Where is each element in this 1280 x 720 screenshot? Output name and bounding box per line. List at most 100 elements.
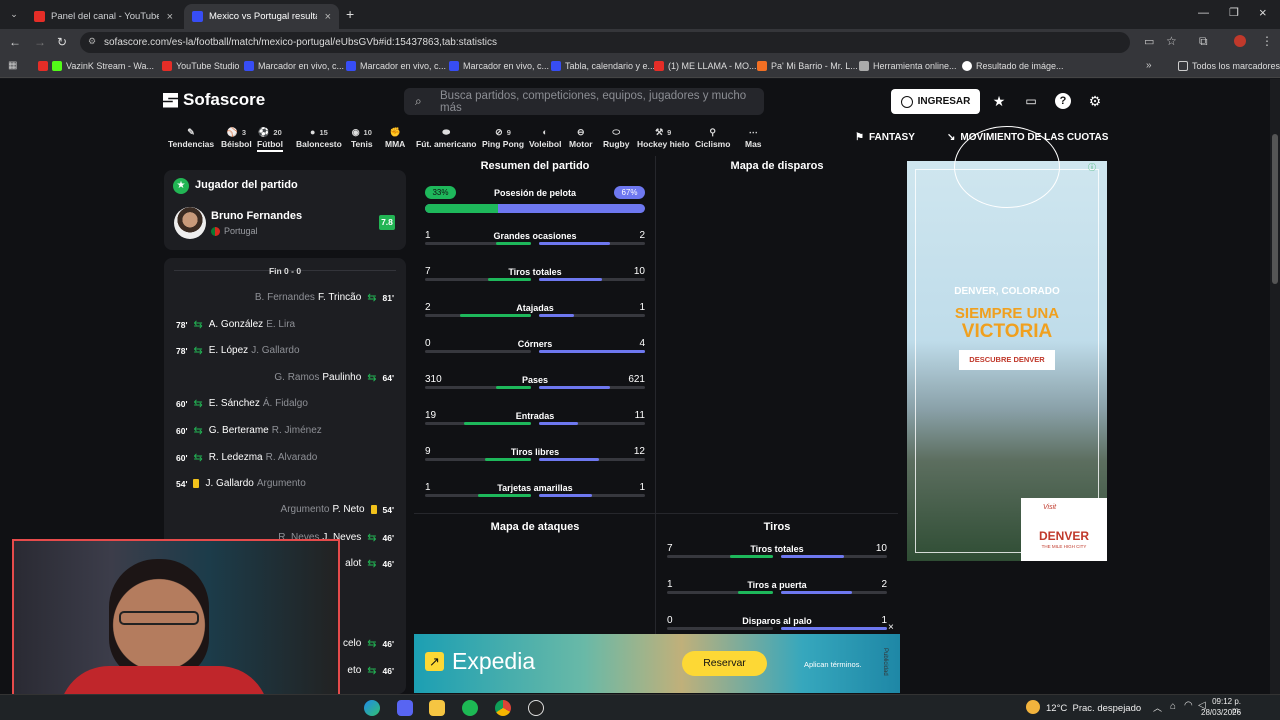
spotify-icon[interactable] [462,700,478,716]
chrome-icon[interactable] [495,700,511,716]
sport-tab[interactable]: ● 15 Baloncesto [296,126,342,149]
tab-sofascore[interactable]: Mexico vs Portugal resultados e × [184,4,339,29]
sport-icon: ⚒ 9 [655,127,672,137]
bookmark-item[interactable]: Tabla, calendario y e... [551,61,655,71]
sport-tab[interactable]: ◐ Voleibol [529,126,561,149]
sport-tab[interactable]: ◉ 10 Tenis [351,126,373,149]
timeline-event[interactable]: 60' ⇆ G. Berterame R. Jiménez [176,424,322,437]
sport-tab[interactable]: ⚲ Ciclismo [695,126,730,149]
expedia-reserve-button[interactable]: Reservar [682,651,767,676]
cast-icon[interactable]: ▭ [1144,35,1154,48]
ad-cta-button[interactable]: DESCUBRE DENVER [959,350,1055,370]
denver-ad[interactable]: ⓘ DENVER, COLORADO SIEMPRE UNA VICTORIA … [907,126,1107,561]
bookmark-item[interactable]: Herramienta online... [859,61,957,71]
sport-tab[interactable]: ⬬ Fút. americano [416,126,476,149]
sport-tab[interactable]: ⊖ Motor [569,126,593,149]
ad-brand-box: Visit DENVER THE MILE HIGH CITY [1021,498,1107,561]
reload-icon[interactable]: ↻ [57,35,67,49]
event-minute: 46' [382,665,394,676]
timeline-event[interactable]: 54' J. Gallardo Argumento [176,478,306,489]
sport-tab[interactable]: ⚒ 9 Hockey hielo [637,126,689,149]
all-bookmarks-folder[interactable]: Todos los marcadores [1178,61,1280,71]
timeline-event[interactable]: 64' ⇆ Paulinho G. Ramos [274,371,394,384]
bookmark-item[interactable]: VazinK Stream - Wa... [38,61,154,71]
sport-icon: ⊖ [577,127,585,137]
player-name[interactable]: Bruno Fernandes [211,210,302,222]
close-tab-icon[interactable]: × [167,11,173,23]
discord-icon[interactable] [397,700,413,716]
timeline-event[interactable]: 46' ⇆ alot [345,557,394,570]
bookmark-item[interactable]: Marcador en vivo, c... [244,61,344,71]
timeline-event[interactable]: 60' ⇆ R. Ledezma R. Alvarado [176,451,317,464]
wifi-icon[interactable]: ◠ [1184,700,1193,711]
fantasy-link[interactable]: ⚑ FANTASY [855,132,915,143]
home-bar-track [667,627,773,630]
page-scrollbar[interactable] [1270,79,1280,694]
timeline-event[interactable]: 54' P. Neto Argumento [281,504,394,515]
player-of-match-card[interactable]: ★ Jugador del partido Bruno Fernandes Po… [164,170,406,250]
timeline-event[interactable]: 78' ⇆ A. González E. Lira [176,318,295,331]
weather-text[interactable]: 12°C Prac. despejado [1046,703,1141,714]
login-button[interactable]: INGRESAR [891,89,980,114]
sport-icon: ⚾ 3 [226,127,247,137]
tv-icon[interactable]: ▭ [1023,93,1039,109]
bookmark-item[interactable]: Marcador en vivo, c... [346,61,446,71]
bookmark-item[interactable]: Resultado de imáge... [962,61,1064,71]
favorites-star-icon[interactable]: ★ [991,93,1007,109]
more-bookmarks-icon[interactable]: » [1146,60,1152,71]
timeline-event[interactable]: 46' ⇆ eto [347,664,394,677]
timeline-event[interactable]: 81' ⇆ F. Trincão B. Fernandes [255,291,394,304]
sport-tab[interactable]: ⊘ 9 Ping Pong [482,126,524,149]
forward-icon[interactable]: → [34,35,46,49]
sofascore-logo[interactable]: Sofascore [163,90,265,110]
obs-icon[interactable] [528,700,544,716]
timeline-event[interactable]: 78' ⇆ E. López J. Gallardo [176,344,300,357]
menu-icon[interactable]: ⋮ [1261,34,1273,48]
restore-button[interactable]: ❐ [1229,6,1239,19]
sport-tab[interactable]: ⋯ Mas [745,126,762,149]
close-tab-icon[interactable]: × [325,11,331,23]
minimize-button[interactable]: — [1198,7,1209,19]
ad-close-icon[interactable]: × [888,622,894,633]
sport-tab[interactable]: ✎ Tendencias [168,126,214,149]
file-explorer-icon[interactable] [429,700,445,716]
url-field[interactable]: ⚙ sofascore.com/es-la/football/match/mex… [80,32,1130,53]
bookmark-item[interactable]: YouTube Studio [162,61,239,71]
close-window-button[interactable]: × [1259,5,1267,20]
sport-icon: ◐ [542,127,548,137]
tray-chevron-icon[interactable]: ︿ [1153,701,1162,714]
network-icon[interactable]: ⌂ [1170,701,1176,712]
event-players: alot [345,558,361,569]
settings-gear-icon[interactable]: ⚙ [1087,93,1103,109]
sport-tab[interactable]: ⚾ 3 Béisbol [221,126,252,149]
home-bar-fill [478,494,531,497]
apps-icon[interactable]: ▦ [8,60,17,71]
timeline-event[interactable]: 46' ⇆ celo [343,637,394,650]
stat-label: Tiros libres [510,447,560,457]
star-bookmark-icon[interactable]: ☆ [1166,34,1177,48]
bookmark-item[interactable]: Marcador en vivo, c... [449,61,549,71]
tab-youtube-studio[interactable]: Panel del canal - YouTube Studio × [26,4,181,29]
extensions-icon[interactable]: ⧉ [1199,34,1208,49]
bookmark-item[interactable]: (1) ME LLAMA - MO... [654,61,757,71]
login-label: INGRESAR [917,96,971,107]
search-input[interactable]: ⌕ Busca partidos, competiciones, equipos… [404,88,764,115]
help-icon[interactable]: ? [1055,93,1071,109]
sport-tab[interactable]: ⚽ 20 Fútbol [257,126,283,152]
site-info-icon[interactable]: ⚙ [88,36,96,47]
ad-info-icon[interactable]: ⓘ [1088,162,1096,173]
tab-search-button[interactable]: ⌄ [6,6,22,22]
sofascore-icon [551,61,561,71]
new-tab-button[interactable]: + [346,6,354,22]
bookmark-item[interactable]: Pa' Mi Barrio - Mr. L... [757,61,858,71]
clock-date[interactable]: 28/03/2026 [1201,708,1241,717]
sport-tab[interactable]: ⬭ Rugby [603,126,629,149]
back-icon[interactable]: ← [9,35,21,49]
event-players: E. Sánchez Á. Fidalgo [209,398,308,409]
edge-icon[interactable] [364,700,380,716]
sport-tab[interactable]: ✊ MMA [385,126,405,149]
expedia-ad-banner[interactable]: ↗ Expedia Reservar Aplican términos. Pub… [414,622,900,693]
profile-icon[interactable] [1234,35,1246,47]
expedia-brand: Expedia [452,648,536,674]
timeline-event[interactable]: 60' ⇆ E. Sánchez Á. Fidalgo [176,397,308,410]
